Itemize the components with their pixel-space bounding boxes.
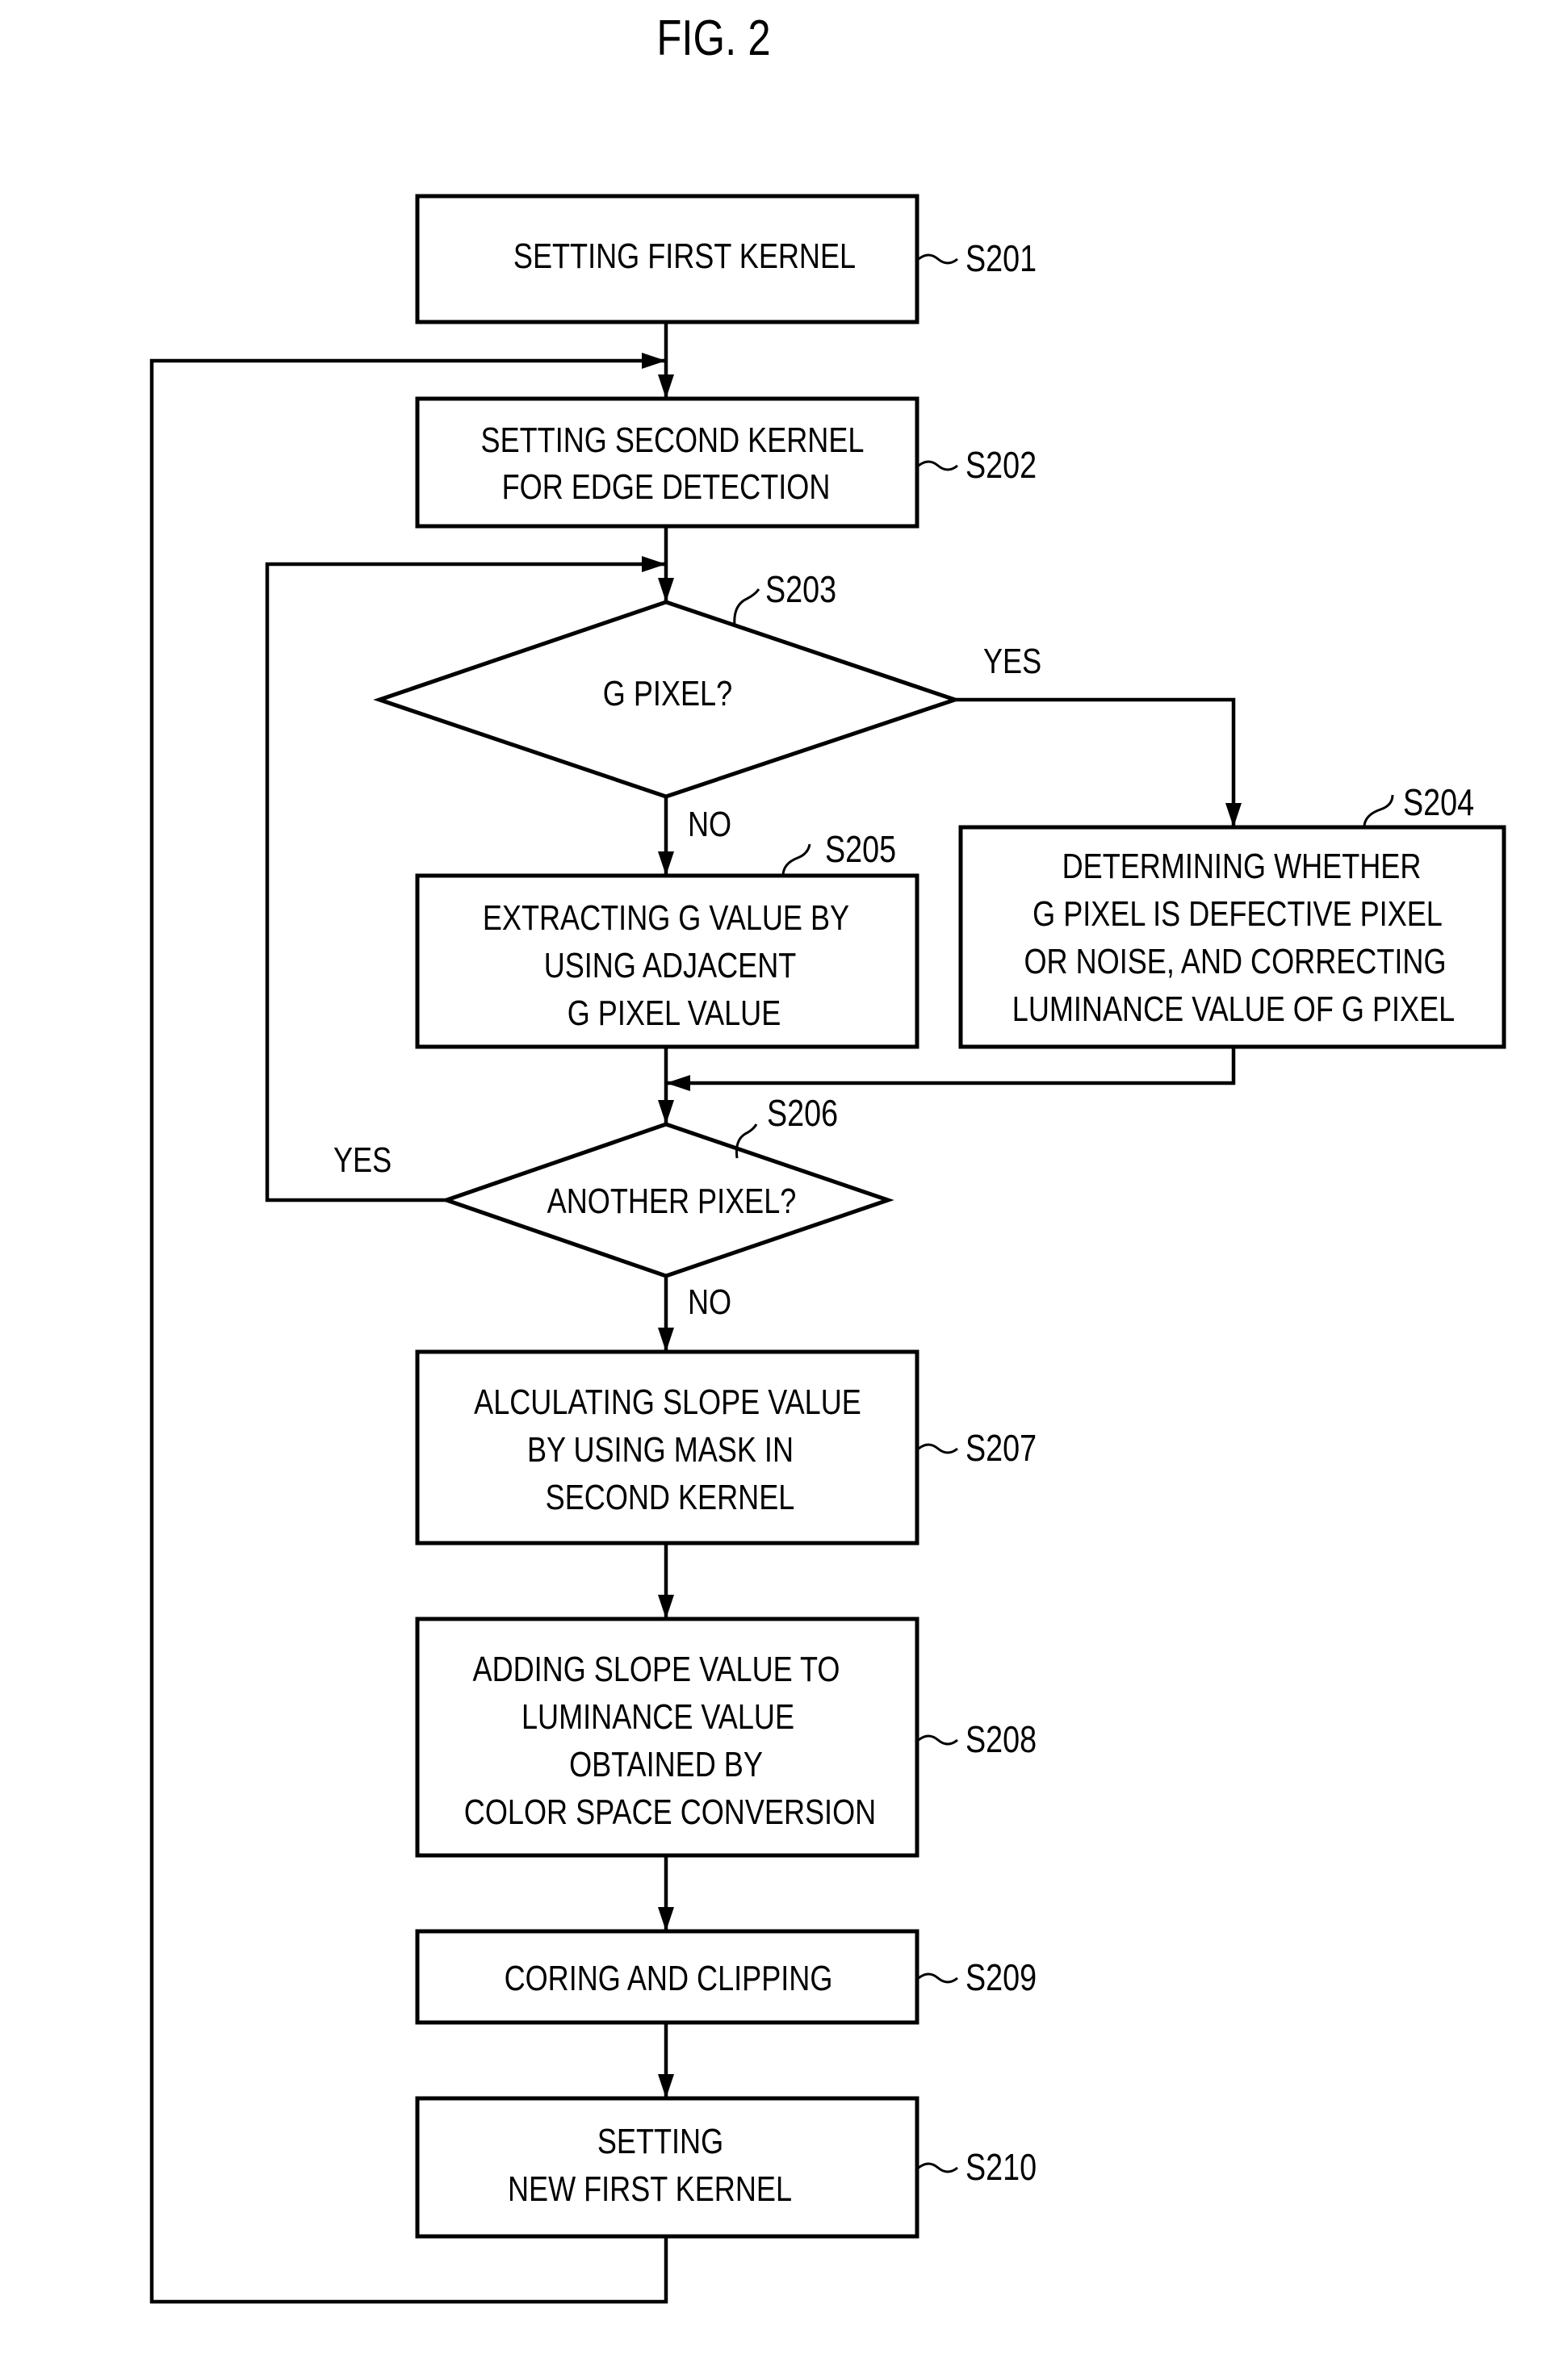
arrowhead-down-icon — [658, 1100, 674, 1124]
step-text: COLOR SPACE CONVERSION — [464, 1792, 876, 1832]
step-text: LUMINANCE VALUE — [521, 1697, 794, 1737]
yes-label: YES — [983, 642, 1041, 681]
step-text: SECOND KERNEL — [546, 1478, 795, 1517]
step-s202: SETTING SECOND KERNEL FOR EDGE DETECTION… — [415, 396, 1037, 529]
arrowhead-down-icon — [658, 1907, 674, 1931]
decision-text: G PIXEL? — [603, 674, 732, 713]
step-box — [415, 396, 919, 529]
step-s207: ALCULATING SLOPE VALUE BY USING MASK IN … — [415, 1349, 1037, 1546]
step-text: DETERMINING WHETHER — [1062, 847, 1422, 886]
step-ref: S204 — [1403, 781, 1474, 822]
step-text: SETTING SECOND KERNEL — [481, 420, 865, 460]
step-text: EXTRACTING G VALUE BY — [483, 898, 849, 938]
step-text: LUMINANCE VALUE OF G PIXEL — [1012, 989, 1455, 1029]
step-text: G PIXEL IS DEFECTIVE PIXEL — [1033, 894, 1443, 934]
step-s209: CORING AND CLIPPING S209 — [415, 1929, 1037, 2025]
decision-text: ANOTHER PIXEL? — [547, 1182, 797, 1221]
step-s210: SETTING NEW FIRST KERNEL S210 — [415, 2096, 1037, 2239]
step-ref: S205 — [825, 828, 896, 869]
no-label: NO — [688, 805, 731, 844]
step-ref: S207 — [965, 1427, 1037, 1468]
step-text: SETTING FIRST KERNEL — [513, 236, 856, 276]
arrowhead-down-icon — [1225, 803, 1242, 827]
step-text: FOR EDGE DETECTION — [502, 467, 831, 507]
step-text: CORING AND CLIPPING — [505, 1959, 833, 1998]
step-ref: S203 — [765, 568, 836, 609]
leader-line — [918, 2162, 958, 2173]
decision-s203: G PIXEL? S203 YES NO — [373, 568, 1041, 844]
arrowhead-right-icon — [642, 556, 666, 572]
step-text: OBTAINED BY — [569, 1745, 763, 1784]
step-text: BY USING MASK IN — [527, 1430, 794, 1470]
connector-s204-merge — [666, 1047, 1236, 1085]
step-text: ALCULATING SLOPE VALUE — [474, 1382, 861, 1422]
no-label: NO — [688, 1282, 731, 1322]
step-text: G PIXEL VALUE — [568, 993, 781, 1033]
arrowhead-down-icon — [658, 1595, 674, 1619]
leader-line — [918, 460, 958, 471]
arrowhead-down-icon — [658, 1328, 674, 1352]
step-text: NEW FIRST KERNEL — [508, 2169, 792, 2209]
step-s201: SETTING FIRST KERNEL S201 — [415, 194, 1037, 324]
step-ref: S201 — [965, 237, 1037, 278]
leader-line — [918, 253, 958, 265]
step-box — [415, 2096, 919, 2239]
flowchart: FIG. 2 SETTING FIRST KERNEL S201 SETTING… — [149, 10, 1506, 2304]
arrowhead-down-icon — [658, 851, 674, 876]
arrowhead-down-icon — [658, 578, 674, 602]
step-text: ADDING SLOPE VALUE TO — [473, 1650, 840, 1689]
figure-title: FIG. 2 — [656, 10, 770, 66]
step-ref: S206 — [767, 1092, 838, 1133]
leader-line — [918, 1443, 958, 1454]
step-ref: S209 — [965, 1956, 1037, 1997]
step-s208: ADDING SLOPE VALUE TO LUMINANCE VALUE OB… — [415, 1617, 1037, 1858]
arrowhead-right-icon — [642, 353, 666, 369]
step-text: OR NOISE, AND CORRECTING — [1024, 942, 1446, 981]
leader-line — [781, 843, 811, 876]
step-text: USING ADJACENT — [544, 946, 797, 985]
arrowhead-left-icon — [666, 1075, 690, 1091]
yes-label: YES — [333, 1140, 392, 1180]
step-ref: S202 — [965, 444, 1037, 485]
decision-s206: ANOTHER PIXEL? S206 YES NO — [333, 1092, 894, 1322]
step-ref: S210 — [965, 2146, 1037, 2187]
connector-s203-yes — [955, 697, 1236, 827]
leader-line — [1363, 794, 1394, 828]
arrowhead-down-icon — [658, 374, 674, 399]
step-text: SETTING — [597, 2122, 723, 2161]
leader-line — [918, 1734, 958, 1746]
arrowhead-down-icon — [658, 2074, 674, 2098]
leader-line — [733, 588, 760, 626]
step-ref: S208 — [965, 1718, 1037, 1759]
leader-line — [918, 1972, 958, 1984]
